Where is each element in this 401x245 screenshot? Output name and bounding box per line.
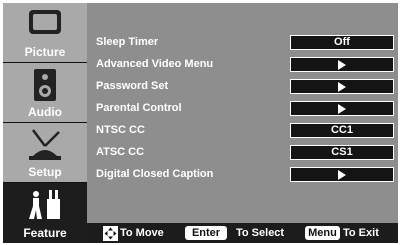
play-arrow-icon xyxy=(338,170,346,180)
password-set-enter-button[interactable] xyxy=(290,79,394,94)
feature-icon xyxy=(3,186,87,222)
tab-feature-label: Feature xyxy=(23,226,67,240)
select-hint-text: To Select xyxy=(236,227,285,239)
exit-hint-text: To Exit xyxy=(343,227,379,239)
tab-audio[interactable]: Audio xyxy=(3,63,87,122)
speaker-icon xyxy=(3,66,87,102)
tab-picture-label: Picture xyxy=(24,45,66,59)
menu-row-advanced-video-menu[interactable]: Advanced Video Menu xyxy=(96,55,394,73)
tv-osd-screen: Picture Audio Setup Feature Sleep Timer … xyxy=(3,3,398,243)
tab-setup-label: Setup xyxy=(28,165,62,179)
menu-row-label: NTSC CC xyxy=(96,124,145,136)
advanced-video-menu-enter-button[interactable] xyxy=(290,57,394,72)
digital-closed-caption-enter-button[interactable] xyxy=(290,167,394,182)
ntsc-cc-value[interactable]: CC1 xyxy=(290,123,394,138)
menu-row-atsc-cc[interactable]: ATSC CC CS1 xyxy=(96,143,394,161)
atsc-cc-value[interactable]: CS1 xyxy=(290,145,394,160)
sleep-timer-value[interactable]: Off xyxy=(290,35,394,50)
tab-picture[interactable]: Picture xyxy=(3,3,87,62)
menu-row-label: ATSC CC xyxy=(96,146,145,158)
picture-icon xyxy=(3,6,87,42)
play-arrow-icon xyxy=(338,104,346,114)
dpad-icon xyxy=(103,226,118,243)
parental-control-enter-button[interactable] xyxy=(290,101,394,116)
menu-row-label: Parental Control xyxy=(96,102,182,114)
play-arrow-icon xyxy=(338,60,346,70)
tab-feature[interactable]: Feature xyxy=(3,183,87,243)
antenna-icon xyxy=(3,126,87,162)
tab-audio-label: Audio xyxy=(28,105,62,119)
feature-menu-panel: Sleep Timer Off Advanced Video Menu Pass… xyxy=(87,3,398,243)
menu-row-label: Password Set xyxy=(96,80,169,92)
enter-key-badge: Enter xyxy=(185,226,227,240)
menu-row-label: Digital Closed Caption xyxy=(96,168,214,180)
menu-row-ntsc-cc[interactable]: NTSC CC CC1 xyxy=(96,121,394,139)
menu-row-label: Sleep Timer xyxy=(96,36,159,48)
play-arrow-icon xyxy=(338,82,346,92)
menu-row-digital-closed-caption[interactable]: Digital Closed Caption xyxy=(96,165,394,183)
menu-row-password-set[interactable]: Password Set xyxy=(96,77,394,95)
menu-row-sleep-timer[interactable]: Sleep Timer Off xyxy=(96,33,394,51)
tab-setup[interactable]: Setup xyxy=(3,123,87,182)
menu-row-parental-control[interactable]: Parental Control xyxy=(96,99,394,117)
move-hint-text: To Move xyxy=(120,227,164,239)
menu-row-label: Advanced Video Menu xyxy=(96,58,214,70)
sidebar: Picture Audio Setup Feature xyxy=(3,3,87,243)
navigation-hint-bar: To Move Enter To Select Menu To Exit xyxy=(87,223,398,243)
menu-key-badge: Menu xyxy=(305,226,340,240)
